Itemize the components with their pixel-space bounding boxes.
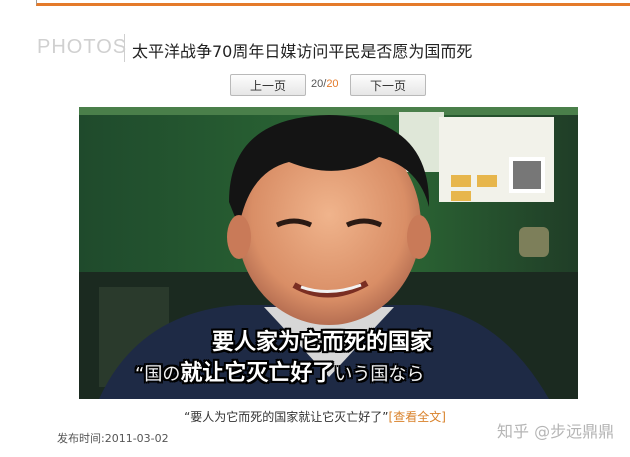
photo-header: PHOTOS 太平洋战争70周年日媒访问平民是否愿为国而死 (0, 34, 630, 64)
page-counter: 20/20 (311, 78, 339, 90)
subtitle-line2: “国の就让它灭亡好了いう国なら (135, 355, 424, 387)
publish-info: 发布时间:2011-03-02 (57, 430, 169, 446)
next-page-button[interactable]: 下一页 (350, 74, 426, 96)
section-label: PHOTOS (37, 36, 128, 58)
publish-label: 发布时间: (57, 432, 105, 445)
view-full-text-link[interactable]: [查看全文] (389, 410, 446, 424)
subtitle-chinese-line2: 就让它灭亡好了 (180, 361, 335, 386)
page-title: 太平洋战争70周年日媒访问平民是否愿为国而死 (132, 42, 473, 61)
subtitle-japanese-start: “国の (135, 364, 181, 385)
subtitle-japanese-end: いう国なら (334, 364, 425, 385)
prev-page-button[interactable]: 上一页 (230, 74, 306, 96)
top-frame-border (36, 0, 630, 6)
publish-date: 2011-03-02 (104, 432, 169, 445)
total-pages: 20 (326, 78, 339, 90)
header-divider (124, 34, 125, 62)
pager: 上一页 20/20 下一页 (0, 74, 630, 98)
subtitle-chinese-line1: 要人家为它而死的国家 (212, 330, 433, 355)
watermark: 知乎 @步远鼎鼎 (497, 422, 615, 441)
caption-text: “要人为它而死的国家就让它灭亡好了” (184, 410, 389, 424)
main-photo[interactable]: 要人家为它而死的国家 “国の就让它灭亡好了いう国なら (79, 107, 578, 399)
current-page: 20 (311, 78, 324, 90)
